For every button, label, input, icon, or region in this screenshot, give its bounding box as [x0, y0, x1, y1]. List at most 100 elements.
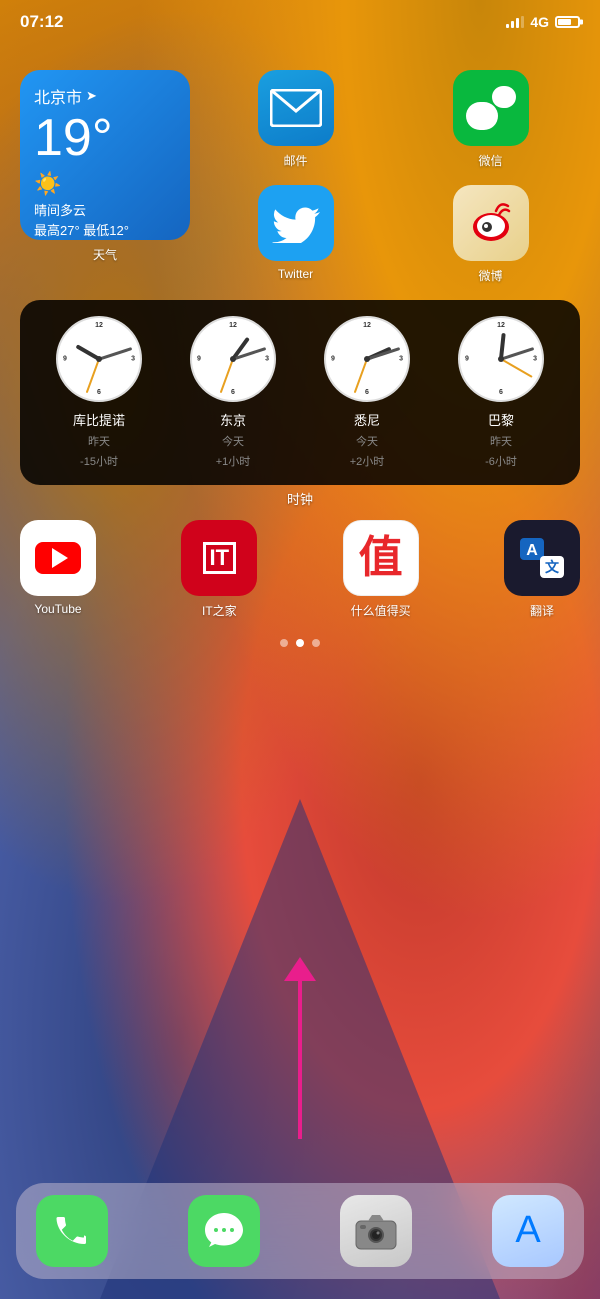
messages-icon[interactable]	[188, 1195, 260, 1267]
arrow-head-icon	[284, 957, 316, 981]
clock-center-kubidino	[96, 356, 102, 362]
clock-city-tokyo: 东京	[220, 410, 246, 429]
wechat-bubble-big	[466, 102, 498, 130]
network-type: 4G	[530, 14, 549, 30]
weather-widget[interactable]: 北京市 ➤ 19° ☀️ 晴间多云 最高27° 最低12°	[20, 70, 190, 240]
swipe-up-arrow	[298, 979, 302, 1139]
mail-icon[interactable]	[258, 70, 334, 146]
ithome-app[interactable]: IT IT之家	[181, 520, 257, 619]
ithome-label: IT之家	[202, 602, 237, 619]
twitter-icon[interactable]	[258, 185, 334, 261]
clock-row: 12 3 6 9 库比提诺 昨天 -15小时 12 3	[36, 316, 564, 469]
clock-subdiff-kubidino: -15小时	[80, 453, 118, 469]
sun-icon: ☀️	[34, 171, 61, 197]
ithome-icon[interactable]: IT	[181, 520, 257, 596]
weather-city: 北京市 ➤	[34, 84, 176, 108]
clock-diff-sydney: 今天	[356, 433, 378, 449]
wechat-bubble-small	[492, 86, 516, 108]
clock-diff-paris: 昨天	[490, 433, 512, 449]
page-dot-2	[296, 639, 304, 647]
clock-center-tokyo	[230, 356, 236, 362]
signal-icon	[506, 16, 524, 28]
smzdm-label: 什么值得买	[351, 602, 411, 619]
clock-kubidino: 12 3 6 9 库比提诺 昨天 -15小时	[36, 316, 162, 469]
weather-temp: 19°	[34, 110, 176, 167]
yt-play-button	[35, 542, 81, 574]
clock-widget[interactable]: 12 3 6 9 库比提诺 昨天 -15小时 12 3	[20, 300, 580, 485]
weibo-app[interactable]: 微博	[401, 185, 580, 284]
ithome-text-icon: IT	[203, 542, 237, 574]
clock-diff-tokyo: 今天	[222, 433, 244, 449]
smzdm-zhi-icon: 值	[359, 536, 403, 580]
page-dot-1	[280, 639, 288, 647]
weather-icon-row: ☀️	[34, 171, 176, 197]
messages-app[interactable]	[188, 1195, 260, 1267]
clock-face-paris: 12 3 6 9	[458, 316, 544, 402]
translate-svg-icon: A 文	[516, 532, 568, 584]
weather-label: 天气	[93, 246, 117, 263]
camera-app[interactable]	[340, 1195, 412, 1267]
svg-text:A: A	[526, 542, 538, 559]
smzdm-app[interactable]: 值 什么值得买	[343, 520, 419, 619]
clock-face-sydney: 12 3 6 9	[324, 316, 410, 402]
app-grid: 北京市 ➤ 19° ☀️ 晴间多云 最高27° 最低12° 天气	[0, 60, 600, 677]
page-dot-3	[312, 639, 320, 647]
appstore-icon[interactable]: A	[492, 1195, 564, 1267]
appstore-app[interactable]: A	[492, 1195, 564, 1267]
second-hand-kubidino	[86, 359, 100, 394]
phone-icon[interactable]	[36, 1195, 108, 1267]
row1: 北京市 ➤ 19° ☀️ 晴间多云 最高27° 最低12° 天气	[20, 70, 580, 284]
twitter-app[interactable]: Twitter	[206, 185, 385, 284]
twitter-label: Twitter	[278, 267, 313, 281]
dock: A	[16, 1183, 584, 1279]
yt-play-triangle-icon	[52, 548, 68, 568]
clock-widget-label: 时钟	[20, 489, 580, 508]
phone-app[interactable]	[36, 1195, 108, 1267]
mail-envelope-icon	[270, 89, 322, 127]
weather-desc: 晴间多云 最高27° 最低12°	[34, 201, 176, 240]
row1-right: 邮件 微信 Twitter	[206, 70, 580, 284]
smzdm-icon[interactable]: 值	[343, 520, 419, 596]
minute-hand-kubidino	[99, 347, 132, 360]
clock-subdiff-tokyo: +1小时	[216, 453, 251, 469]
youtube-icon[interactable]	[20, 520, 96, 596]
second-hand-sydney	[354, 359, 368, 394]
clock-face-tokyo: 12 3 6 9	[190, 316, 276, 402]
wechat-label: 微信	[478, 152, 502, 169]
svg-text:文: 文	[545, 559, 560, 575]
minute-hand-paris	[501, 347, 534, 360]
clock-city-kubidino: 库比提诺	[73, 410, 125, 429]
appstore-logo-icon: A	[506, 1209, 550, 1253]
page-dots	[20, 639, 580, 647]
location-arrow-icon: ➤	[86, 88, 97, 104]
wechat-icon[interactable]	[453, 70, 529, 146]
clock-sydney: 12 3 6 9 悉尼 今天 +2小时	[304, 316, 430, 469]
wechat-bubbles-icon	[466, 86, 516, 130]
translate-label: 翻译	[530, 602, 554, 619]
mail-label: 邮件	[283, 152, 307, 169]
camera-icon[interactable]	[340, 1195, 412, 1267]
battery-icon	[555, 16, 580, 28]
status-bar: 07:12 4G	[0, 0, 600, 44]
twitter-bird-icon	[272, 203, 320, 243]
clock-city-paris: 巴黎	[488, 410, 514, 429]
wechat-app[interactable]: 微信	[401, 70, 580, 169]
clock-face-kubidino: 12 3 6 9	[56, 316, 142, 402]
clock-center-paris	[498, 356, 504, 362]
weibo-logo-icon	[465, 197, 517, 249]
clock-center-sydney	[364, 356, 370, 362]
camera-body-icon	[354, 1211, 398, 1251]
clock-subdiff-sydney: +2小时	[350, 453, 385, 469]
arrow-shaft	[298, 979, 302, 1139]
translate-app[interactable]: A 文 翻译	[504, 520, 580, 619]
clock-diff-kubidino: 昨天	[88, 433, 110, 449]
youtube-app[interactable]: YouTube	[20, 520, 96, 619]
weather-widget-wrap[interactable]: 北京市 ➤ 19° ☀️ 晴间多云 最高27° 最低12° 天气	[20, 70, 190, 263]
translate-icon[interactable]: A 文	[504, 520, 580, 596]
status-time: 07:12	[20, 12, 63, 32]
phone-handset-icon	[50, 1209, 94, 1253]
second-hand-tokyo	[220, 359, 234, 394]
clock-subdiff-paris: -6小时	[485, 453, 517, 469]
weibo-icon[interactable]	[453, 185, 529, 261]
mail-app[interactable]: 邮件	[206, 70, 385, 169]
